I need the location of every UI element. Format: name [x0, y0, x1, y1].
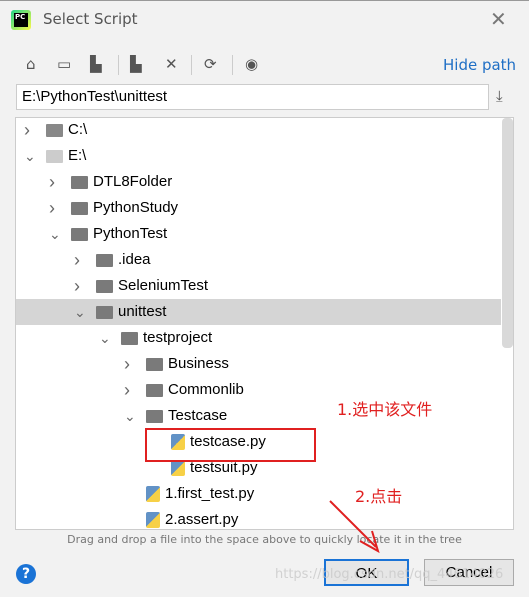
annotation-arrow [329, 500, 380, 554]
watermark: https://blog.csdn.net/qq_44614026 [275, 567, 504, 582]
